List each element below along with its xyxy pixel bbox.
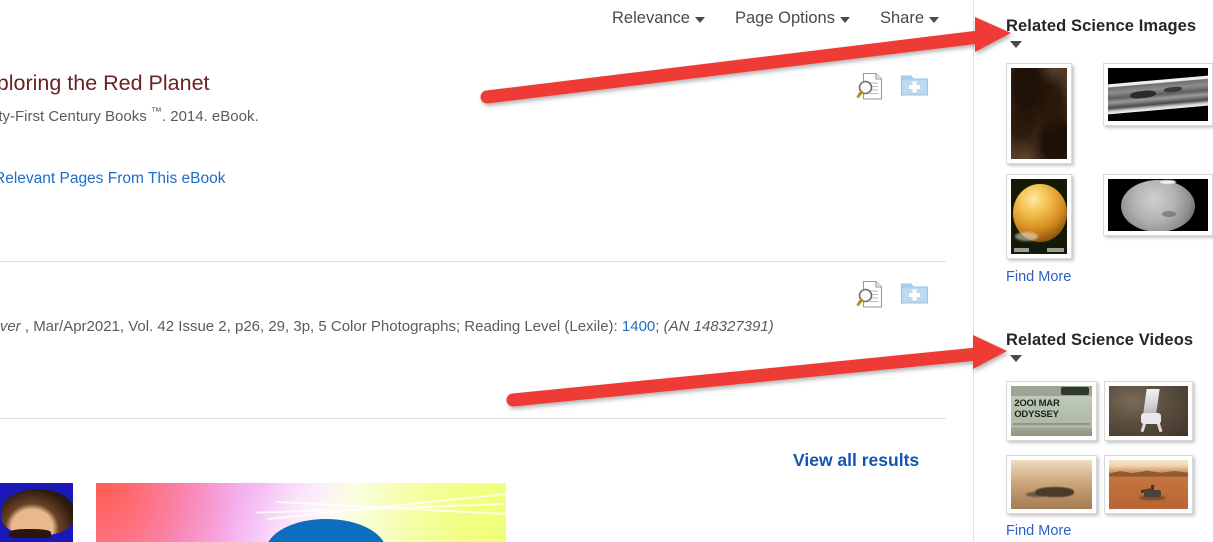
result-2-citation-tail: ;	[655, 318, 664, 335]
face-brow-art	[9, 529, 51, 538]
add-to-folder-icon[interactable]	[900, 280, 930, 306]
results-page: Relevance Page Options Share xploring th…	[0, 0, 1213, 542]
accession-number: (AN 148327391)	[663, 318, 774, 335]
relevant-pages-link[interactable]: Relevant Pages From This eBook	[0, 170, 225, 188]
rover-on-mars-art	[1109, 460, 1188, 509]
image-thumbnail[interactable]	[1006, 174, 1072, 259]
video-thumbnail[interactable]	[1104, 455, 1193, 514]
result-2-journal: cover	[0, 318, 21, 335]
moon-ball-art	[1121, 180, 1195, 231]
thumbnail-image	[1011, 179, 1067, 254]
page-options-dropdown[interactable]: Page Options	[735, 9, 850, 28]
result-divider-1	[0, 261, 946, 262]
rover-body-art	[1143, 490, 1162, 497]
mars-surface-rock-art	[1011, 460, 1092, 509]
chevron-down-icon[interactable]	[1010, 355, 1022, 362]
related-science-images-heading[interactable]: Related Science Images	[1006, 17, 1196, 36]
image-thumbnail[interactable]	[1103, 63, 1213, 126]
result-2-actions	[856, 280, 930, 309]
person-face-thumbnail[interactable]	[0, 483, 73, 542]
trademark-symbol: ™	[150, 106, 162, 118]
result-1-actions	[856, 72, 930, 101]
share-dropdown[interactable]: Share	[880, 9, 939, 28]
lander-body-art	[1140, 413, 1162, 424]
results-main-column: Relevance Page Options Share xploring th…	[0, 0, 974, 542]
sign-line-1: 2OOI MAR	[1014, 398, 1060, 409]
thumbnail-image	[1108, 179, 1208, 231]
preview-icon[interactable]	[856, 72, 884, 101]
video-thumbnail[interactable]	[1104, 381, 1193, 441]
lander-parachute-art	[1109, 386, 1188, 436]
image-thumbnail[interactable]	[1006, 63, 1072, 164]
thumbnail-image	[1109, 386, 1188, 436]
sign-rule-art	[1012, 422, 1091, 425]
chevron-down-icon	[839, 17, 850, 23]
add-to-folder-icon[interactable]	[900, 72, 930, 98]
sort-relevance-label: Relevance	[612, 9, 690, 27]
result-title-link[interactable]: xploring the Red Planet	[0, 71, 210, 96]
planet-cap-art	[1015, 231, 1038, 241]
planet-label-art	[1046, 247, 1064, 252]
sort-relevance-dropdown[interactable]: Relevance	[612, 9, 705, 28]
thumbnail-image	[1011, 68, 1067, 159]
results-toolbar: Relevance Page Options Share	[612, 9, 939, 28]
share-label: Share	[879, 9, 924, 27]
banner-blob-art	[266, 519, 386, 542]
colorful-gradient-banner[interactable]	[96, 483, 506, 542]
result-publisher: nty-First Century Books	[0, 108, 151, 125]
mars-ridge-art	[1109, 470, 1188, 477]
parachute-art	[1143, 389, 1160, 413]
moon-glint-art	[1160, 179, 1176, 184]
video-thumbnail[interactable]: 2OOI MAR ODYSSEY	[1006, 381, 1097, 441]
thumbnail-image	[1109, 460, 1188, 509]
result-source-line: nty-First Century Books ™. 2014. eBook.	[0, 106, 259, 125]
grayscale-terrain-art	[1108, 68, 1208, 121]
find-more-images-link[interactable]: Find More	[1006, 269, 1071, 285]
result-year-format: . 2014. eBook.	[161, 108, 259, 125]
rover-shadow-art	[1139, 496, 1166, 500]
chevron-down-icon	[694, 17, 705, 23]
page-options-label: Page Options	[734, 9, 835, 27]
sign-line-2: ODYSSEY	[1014, 409, 1059, 420]
image-thumbnail[interactable]	[1103, 174, 1213, 236]
thumbnail-image	[1011, 460, 1092, 509]
preview-icon[interactable]	[856, 280, 884, 309]
result-2-citation: , Mar/Apr2021, Vol. 42 Issue 2, p26, 29,…	[20, 318, 622, 335]
related-science-videos-heading[interactable]: Related Science Videos	[1006, 331, 1193, 350]
bottom-image-strip	[0, 483, 974, 542]
yellow-planet-art	[1011, 179, 1067, 254]
sign-text: 2OOI MAR ODYSSEY	[1014, 398, 1090, 420]
planet-label-art	[1014, 247, 1029, 252]
chevron-down-icon	[929, 17, 939, 23]
video-thumbnail[interactable]	[1006, 455, 1097, 514]
chevron-down-icon[interactable]	[1010, 41, 1022, 48]
sign-dark-panel-art	[1061, 387, 1089, 395]
mars-rock-art	[1035, 487, 1075, 498]
view-all-results-link[interactable]: View all results	[793, 450, 919, 471]
lexile-value-link[interactable]: 1400	[622, 318, 655, 335]
find-more-videos-link[interactable]: Find More	[1006, 523, 1071, 539]
thumbnail-image: 2OOI MAR ODYSSEY	[1011, 386, 1092, 436]
result-divider-2	[0, 418, 946, 419]
gray-moon-art	[1108, 179, 1208, 231]
terrain-band-art	[1108, 74, 1208, 115]
result-2-source-line: cover , Mar/Apr2021, Vol. 42 Issue 2, p2…	[0, 318, 774, 335]
sign-bottom-stripe-art	[1011, 428, 1092, 436]
thumbnail-image	[1108, 68, 1208, 121]
martian-soil-art	[1011, 68, 1067, 159]
mars-odyssey-sign-art: 2OOI MAR ODYSSEY	[1011, 386, 1092, 436]
